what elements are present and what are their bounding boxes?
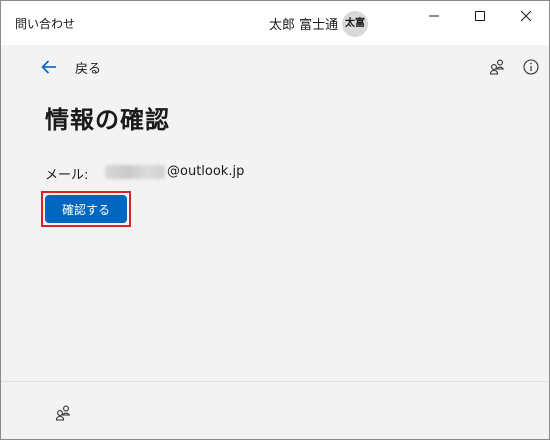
title-bar: 問い合わせ 太郎 富士通 太富 xyxy=(1,1,549,45)
people-community-icon xyxy=(55,405,71,421)
app-window: 問い合わせ 太郎 富士通 太富 戻る 情報の確認 メール: @outlook.j… xyxy=(0,0,550,440)
minimize-button[interactable] xyxy=(411,1,457,31)
footer-community-button[interactable] xyxy=(53,403,73,423)
close-button[interactable] xyxy=(503,1,549,31)
back-label: 戻る xyxy=(75,61,102,77)
minimize-icon xyxy=(429,15,439,17)
community-button[interactable] xyxy=(487,57,507,77)
footer-divider xyxy=(1,381,549,382)
maximize-button[interactable] xyxy=(457,1,503,31)
email-redacted xyxy=(105,165,165,179)
user-name: 太郎 富士通 xyxy=(269,18,339,33)
info-icon xyxy=(523,59,539,75)
avatar[interactable]: 太富 xyxy=(342,11,368,37)
maximize-icon xyxy=(475,11,485,21)
info-button[interactable] xyxy=(521,57,541,77)
arrow-left-icon xyxy=(41,60,56,74)
confirm-button[interactable]: 確認する xyxy=(45,195,127,223)
page-title: 情報の確認 xyxy=(45,106,170,134)
people-community-icon xyxy=(489,59,505,75)
email-label: メール: xyxy=(45,168,89,183)
email-domain: @outlook.jp xyxy=(167,164,245,179)
back-button[interactable]: 戻る xyxy=(41,54,113,80)
app-title: 問い合わせ xyxy=(15,17,76,31)
close-icon xyxy=(521,11,531,21)
